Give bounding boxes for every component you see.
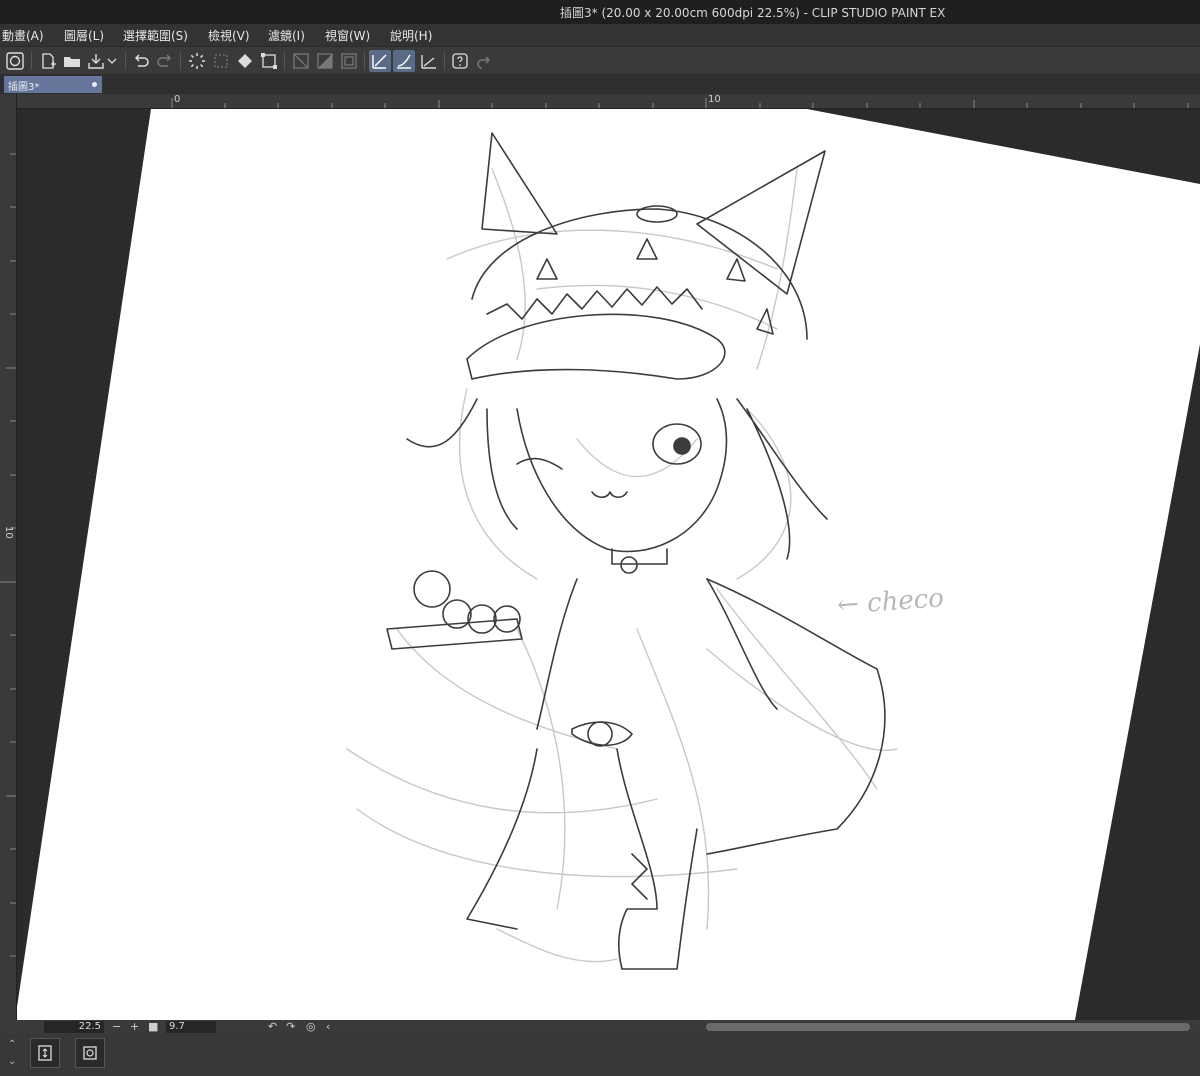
menu-animation[interactable]: 動畫(A) — [2, 27, 44, 44]
tab-document[interactable]: 插圖3* — [4, 76, 102, 93]
deselect-icon[interactable] — [210, 50, 232, 72]
fill-icon[interactable] — [234, 50, 256, 72]
menu-bar: 動畫(A) 圖層(L) 選擇範圍(S) 檢視(V) 濾鏡(I) 視窗(W) 說明… — [0, 24, 1200, 46]
frame-layout-button[interactable] — [30, 1038, 60, 1068]
clear-selection-icon[interactable] — [290, 50, 312, 72]
menu-layer[interactable]: 圖層(L) — [64, 27, 104, 44]
transform-icon[interactable] — [258, 50, 280, 72]
reset-zoom-button[interactable]: ■ — [148, 1020, 158, 1034]
canvas-paper[interactable] — [17, 109, 1200, 1020]
menu-selection[interactable]: 選擇範圍(S) — [123, 27, 188, 44]
loading-spinner-icon[interactable] — [186, 50, 208, 72]
reset-rotation-icon[interactable]: ◎ — [306, 1020, 316, 1034]
status-bar: 22.5 − + ■ 9.7 ↶ ↷ ◎ ‹ — [0, 1020, 1200, 1034]
horizontal-ruler: 0 10 — [16, 94, 1200, 109]
zoom-in-button[interactable]: + — [130, 1020, 139, 1034]
rotate-right-icon[interactable]: ↷ — [286, 1020, 295, 1034]
redo-alt-icon[interactable] — [473, 50, 495, 72]
menu-filter[interactable]: 濾鏡(I) — [268, 27, 305, 44]
rotation-angle-field[interactable]: 9.7 — [166, 1021, 216, 1033]
new-canvas-icon[interactable] — [37, 50, 59, 72]
menu-view[interactable]: 檢視(V) — [208, 27, 250, 44]
menu-help[interactable]: 說明(H) — [390, 27, 432, 44]
snap-grid-icon[interactable] — [418, 50, 440, 72]
help-icon[interactable] — [449, 50, 471, 72]
scroll-up-icon[interactable]: ⌃ — [8, 1039, 16, 1050]
horizontal-scrollbar[interactable] — [706, 1023, 1190, 1031]
show-selection-icon[interactable] — [338, 50, 360, 72]
snap-ruler-icon[interactable] — [369, 50, 391, 72]
export-icon[interactable] — [85, 50, 107, 72]
tab-modified-dot — [92, 82, 97, 87]
tab-label: 插圖3* — [8, 82, 40, 93]
frame-layout-icon — [38, 1045, 52, 1061]
zoom-field[interactable]: 22.5 — [44, 1021, 104, 1033]
snap-special-ruler-icon[interactable] — [393, 50, 415, 72]
open-folder-icon[interactable] — [61, 50, 83, 72]
zoom-out-button[interactable]: − — [112, 1020, 121, 1034]
command-bar — [0, 46, 1200, 76]
redo-icon[interactable] — [154, 50, 176, 72]
rotate-left-icon[interactable]: ↶ — [268, 1020, 277, 1034]
rotated-canvas[interactable] — [17, 109, 1200, 1020]
ruler-label-0: 0 — [174, 94, 181, 105]
vertical-ruler-ticks — [0, 153, 16, 957]
bottom-panel: ⌃ ⌄ — [0, 1034, 1200, 1076]
ruler-label-10: 10 — [708, 94, 721, 105]
title-bar: 插圖3* (20.00 x 20.00cm 600dpi 22.5%) - CL… — [0, 0, 1200, 24]
flip-horizontal-icon[interactable]: ‹ — [326, 1020, 330, 1034]
dropdown-arrow-icon[interactable] — [106, 50, 118, 72]
vruler-label-10: 10 — [3, 526, 14, 539]
fit-view-icon — [83, 1046, 97, 1060]
document-tab-bar: 插圖3* — [0, 74, 1200, 94]
undo-icon[interactable] — [130, 50, 152, 72]
vertical-ruler: 10 — [0, 94, 17, 1020]
menu-window[interactable]: 視窗(W) — [325, 27, 370, 44]
clip-studio-icon[interactable] — [4, 50, 26, 72]
fit-view-button[interactable] — [75, 1038, 105, 1068]
horizontal-ruler-ticks — [171, 98, 1189, 108]
scroll-down-icon[interactable]: ⌄ — [8, 1056, 16, 1067]
invert-selection-icon[interactable] — [314, 50, 336, 72]
window-title: 插圖3* (20.00 x 20.00cm 600dpi 22.5%) - CL… — [560, 6, 946, 20]
canvas-area[interactable]: ← checo — [17, 109, 1200, 1020]
